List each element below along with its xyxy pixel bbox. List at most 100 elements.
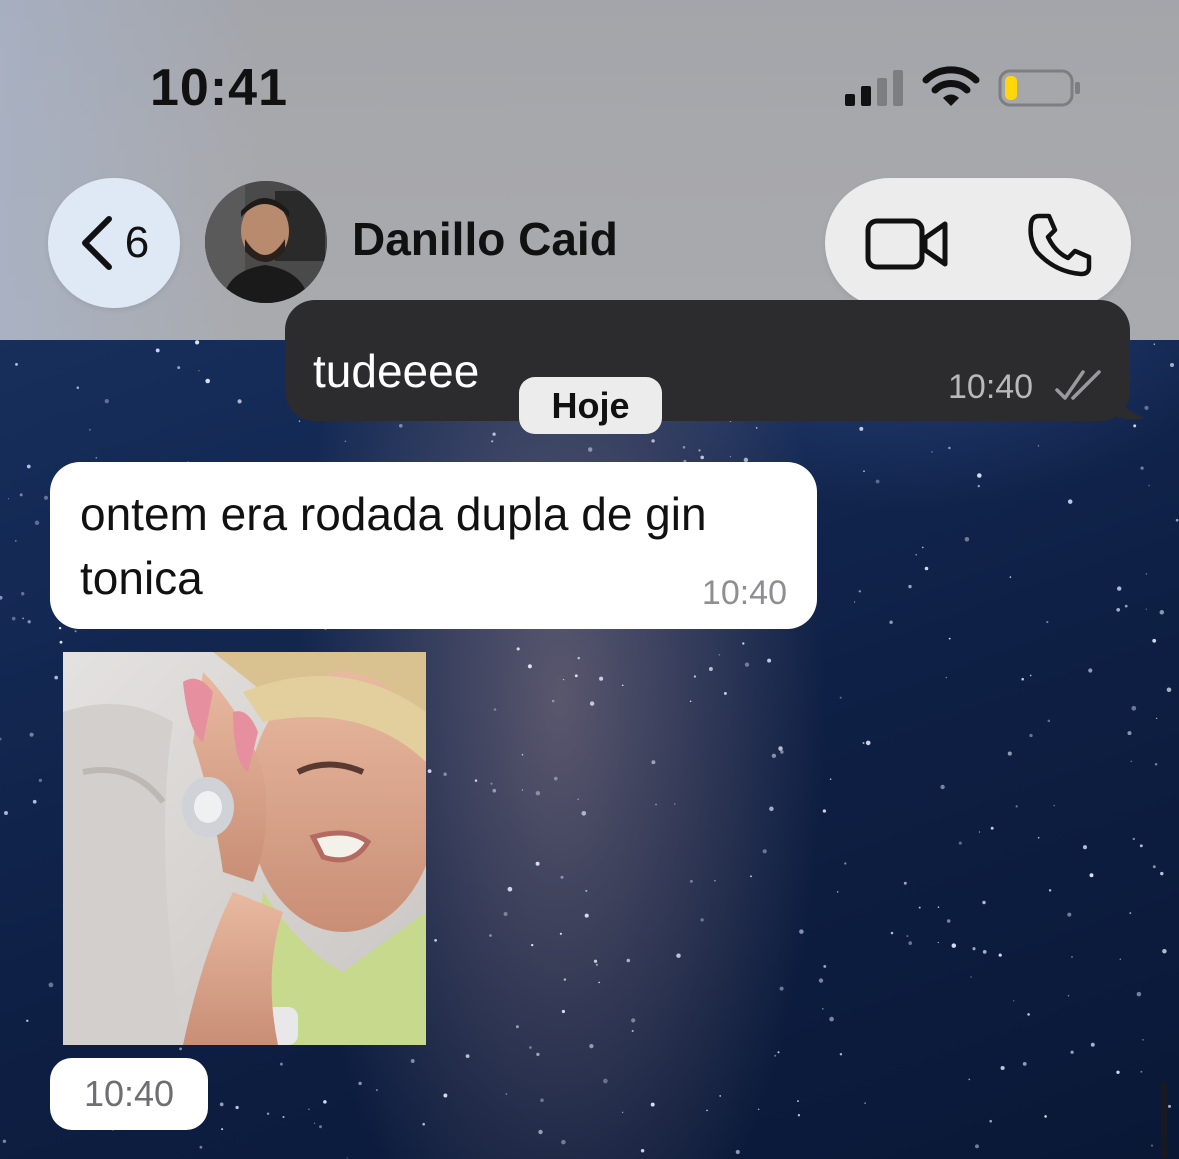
star [631,1029,634,1033]
star [237,399,242,404]
star [908,941,913,945]
star [818,978,824,983]
star [1133,424,1137,428]
star [924,566,929,571]
star [375,1089,378,1092]
star [774,1054,777,1057]
star [88,428,91,431]
star [198,369,200,372]
star [587,447,593,452]
star [505,1093,508,1095]
star [535,861,540,866]
star [535,790,541,796]
star [839,1052,843,1056]
star [621,684,624,687]
star [561,1009,566,1014]
voice-call-icon[interactable] [1025,210,1095,280]
star [279,1062,283,1066]
star [863,470,865,473]
star [708,667,713,671]
star [536,1052,540,1057]
star [491,440,494,443]
star [1070,1050,1074,1054]
star [698,449,701,452]
star [1156,717,1158,720]
star [443,1093,448,1098]
star [553,776,558,781]
star [1117,586,1122,591]
incoming-message-text: ontem era rodada dupla de gin tonica [80,488,707,604]
star [319,1125,322,1129]
star [903,881,907,885]
star [1053,804,1055,807]
star [474,779,478,782]
cellular-signal-icon [845,70,903,106]
contact-name[interactable]: Danillo Caid [352,212,618,266]
star [937,941,939,944]
star [593,959,598,963]
video-call-icon[interactable] [865,216,949,272]
star [689,879,693,883]
star [779,986,784,991]
star [589,701,595,706]
star [972,947,976,951]
star [729,456,732,458]
sticker-image[interactable] [63,652,426,1045]
star [194,340,200,345]
star [410,1059,415,1063]
back-chevron-icon [81,216,112,270]
star [674,803,676,805]
star [757,1108,760,1110]
star [1047,719,1051,723]
star [599,676,604,681]
star [1000,1065,1005,1071]
sticker-time: 10:40 [50,1058,208,1130]
star [1152,865,1156,869]
star [982,950,987,954]
incoming-message-bubble[interactable]: ontem era rodada dupla de gin tonica 10:… [50,462,817,629]
avatar-photo [205,181,327,303]
star [1037,445,1040,447]
star [693,675,697,678]
star [14,540,17,542]
star [853,601,856,603]
star [1129,912,1132,915]
star [1150,1144,1154,1147]
star [313,1122,316,1124]
star [235,1105,239,1110]
star [48,982,54,988]
contact-avatar[interactable] [205,181,327,303]
star [538,1129,543,1135]
star [640,1149,645,1153]
star [982,900,986,905]
back-button[interactable]: 6 [48,178,180,308]
star [521,789,524,791]
star [844,862,847,865]
star [38,778,43,783]
star [19,493,23,497]
star [1027,1013,1030,1016]
star [574,674,578,678]
read-receipt-icon [1055,370,1101,400]
star [177,366,181,370]
star [282,1115,285,1119]
star [839,696,842,699]
star [308,1108,310,1111]
star [26,1019,29,1022]
star [1127,731,1132,736]
star [1116,1070,1120,1074]
star [1124,604,1128,608]
star [1153,343,1156,345]
star [493,708,497,711]
star [621,1111,624,1114]
star [797,1114,801,1117]
star [398,423,403,428]
star [1090,1042,1095,1047]
star [530,943,534,947]
scroll-indicator[interactable] [1161,1082,1167,1159]
star [422,1122,425,1126]
star [968,1078,971,1081]
star [655,803,657,806]
star [503,912,508,916]
star [205,378,210,384]
